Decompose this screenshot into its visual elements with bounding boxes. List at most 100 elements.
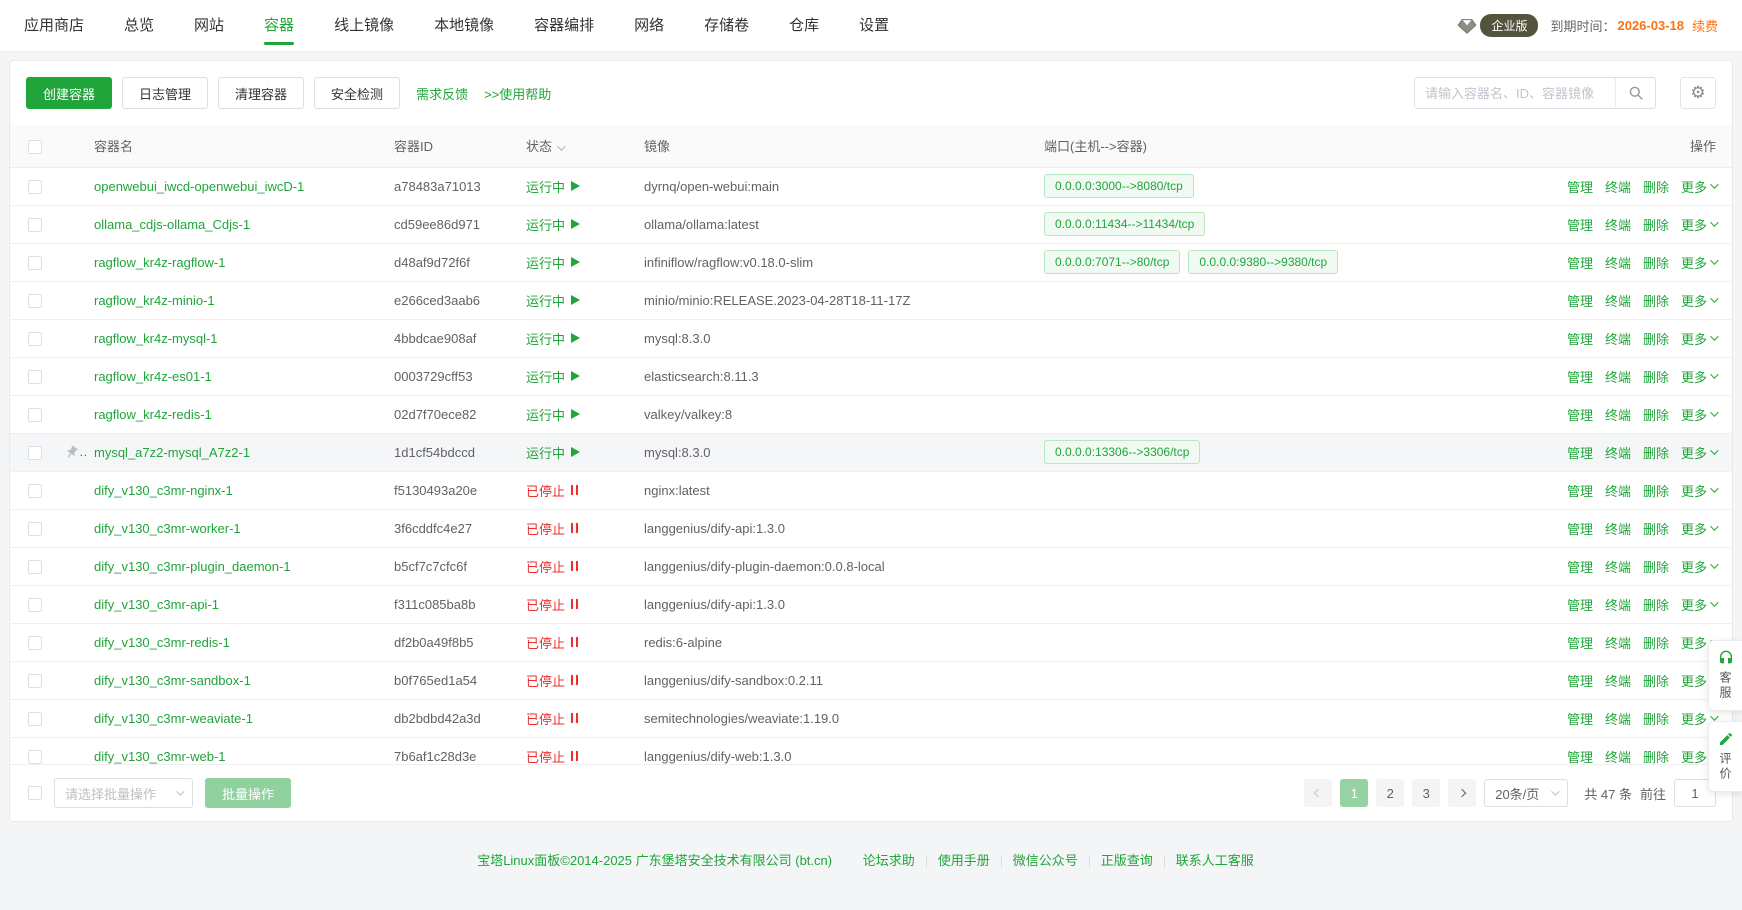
page-button-1[interactable]: 1 bbox=[1340, 779, 1368, 807]
row-action-more[interactable]: 更多 bbox=[1681, 253, 1716, 272]
page-button-2[interactable]: 2 bbox=[1376, 779, 1404, 807]
nav-item-3[interactable]: 网站 bbox=[194, 0, 224, 52]
container-name-link[interactable]: ragflow_kr4z-mysql-1 bbox=[94, 331, 218, 346]
container-name-link[interactable]: mysql_a7z2-mysql_A7z2-1 bbox=[94, 445, 250, 460]
help-link[interactable]: >>使用帮助 bbox=[484, 84, 551, 103]
row-action-manage[interactable]: 管理 bbox=[1567, 709, 1593, 728]
search-button[interactable] bbox=[1615, 78, 1655, 108]
renew-link[interactable]: 续费 bbox=[1692, 16, 1718, 35]
container-name-link[interactable]: dify_v130_c3mr-nginx-1 bbox=[94, 483, 233, 498]
row-action-delete[interactable]: 删除 bbox=[1643, 481, 1669, 500]
row-action-manage[interactable]: 管理 bbox=[1567, 557, 1593, 576]
page-size-select[interactable]: 20条/页 bbox=[1484, 779, 1568, 807]
row-action-manage[interactable]: 管理 bbox=[1567, 405, 1593, 424]
nav-item-4[interactable]: 容器 bbox=[264, 0, 294, 52]
row-action-delete[interactable]: 删除 bbox=[1643, 557, 1669, 576]
row-action-terminal[interactable]: 终端 bbox=[1605, 253, 1631, 272]
search-input[interactable] bbox=[1415, 78, 1615, 108]
nav-item-9[interactable]: 存储卷 bbox=[704, 0, 749, 52]
row-action-delete[interactable]: 删除 bbox=[1643, 519, 1669, 538]
row-action-terminal[interactable]: 终端 bbox=[1605, 291, 1631, 310]
row-action-delete[interactable]: 删除 bbox=[1643, 671, 1669, 690]
row-action-delete[interactable]: 删除 bbox=[1643, 367, 1669, 386]
next-page-button[interactable] bbox=[1448, 779, 1476, 807]
clean-container-button[interactable]: 清理容器 bbox=[218, 77, 304, 109]
row-action-manage[interactable]: 管理 bbox=[1567, 443, 1593, 462]
row-action-manage[interactable]: 管理 bbox=[1567, 177, 1593, 196]
nav-item-1[interactable]: 应用商店 bbox=[24, 0, 84, 52]
container-name-link[interactable]: openwebui_iwcd-openwebui_iwcD-1 bbox=[94, 179, 304, 194]
security-check-button[interactable]: 安全检测 bbox=[314, 77, 400, 109]
row-action-delete[interactable]: 删除 bbox=[1643, 177, 1669, 196]
row-action-terminal[interactable]: 终端 bbox=[1605, 519, 1631, 538]
select-all-checkbox[interactable] bbox=[28, 140, 42, 154]
status-filter-icon[interactable] bbox=[557, 143, 565, 151]
row-action-manage[interactable]: 管理 bbox=[1567, 291, 1593, 310]
footer-link-1[interactable]: 论坛求助 bbox=[863, 853, 915, 868]
row-action-terminal[interactable]: 终端 bbox=[1605, 329, 1631, 348]
row-action-delete[interactable]: 删除 bbox=[1643, 709, 1669, 728]
row-action-more[interactable]: 更多 bbox=[1681, 329, 1716, 348]
row-checkbox[interactable] bbox=[28, 256, 42, 270]
row-action-delete[interactable]: 删除 bbox=[1643, 595, 1669, 614]
row-action-manage[interactable]: 管理 bbox=[1567, 253, 1593, 272]
row-action-manage[interactable]: 管理 bbox=[1567, 329, 1593, 348]
row-checkbox[interactable] bbox=[28, 522, 42, 536]
row-action-delete[interactable]: 删除 bbox=[1643, 291, 1669, 310]
row-action-terminal[interactable]: 终端 bbox=[1605, 177, 1631, 196]
row-action-manage[interactable]: 管理 bbox=[1567, 519, 1593, 538]
prev-page-button[interactable] bbox=[1304, 779, 1332, 807]
row-action-terminal[interactable]: 终端 bbox=[1605, 215, 1631, 234]
container-name-link[interactable]: ragflow_kr4z-minio-1 bbox=[94, 293, 215, 308]
row-action-terminal[interactable]: 终端 bbox=[1605, 481, 1631, 500]
row-action-manage[interactable]: 管理 bbox=[1567, 595, 1593, 614]
row-action-manage[interactable]: 管理 bbox=[1567, 671, 1593, 690]
row-checkbox[interactable] bbox=[28, 750, 42, 764]
container-name-link[interactable]: dify_v130_c3mr-sandbox-1 bbox=[94, 673, 251, 688]
row-action-manage[interactable]: 管理 bbox=[1567, 481, 1593, 500]
batch-action-select[interactable]: 请选择批量操作 bbox=[54, 778, 193, 808]
settings-button[interactable]: ⚙ bbox=[1680, 77, 1716, 109]
row-checkbox[interactable] bbox=[28, 484, 42, 498]
row-action-terminal[interactable]: 终端 bbox=[1605, 443, 1631, 462]
nav-item-10[interactable]: 仓库 bbox=[789, 0, 819, 52]
row-action-terminal[interactable]: 终端 bbox=[1605, 557, 1631, 576]
row-checkbox[interactable] bbox=[28, 674, 42, 688]
row-action-delete[interactable]: 删除 bbox=[1643, 215, 1669, 234]
row-action-delete[interactable]: 删除 bbox=[1643, 747, 1669, 765]
container-name-link[interactable]: ollama_cdjs-ollama_Cdjs-1 bbox=[94, 217, 250, 232]
footer-link-3[interactable]: 微信公众号 bbox=[1013, 853, 1078, 868]
feedback-rate-button[interactable]: 评价 bbox=[1708, 721, 1742, 792]
feedback-link[interactable]: 需求反馈 bbox=[416, 84, 468, 103]
footer-link-4[interactable]: 正版查询 bbox=[1101, 853, 1153, 868]
row-action-more[interactable]: 更多 bbox=[1681, 519, 1716, 538]
row-action-terminal[interactable]: 终端 bbox=[1605, 709, 1631, 728]
row-checkbox[interactable] bbox=[28, 446, 42, 460]
row-action-terminal[interactable]: 终端 bbox=[1605, 747, 1631, 765]
row-action-more[interactable]: 更多 bbox=[1681, 595, 1716, 614]
footer-link-2[interactable]: 使用手册 bbox=[938, 853, 990, 868]
row-action-terminal[interactable]: 终端 bbox=[1605, 671, 1631, 690]
row-action-terminal[interactable]: 终端 bbox=[1605, 367, 1631, 386]
row-action-terminal[interactable]: 终端 bbox=[1605, 405, 1631, 424]
row-checkbox[interactable] bbox=[28, 294, 42, 308]
row-checkbox[interactable] bbox=[28, 370, 42, 384]
row-action-delete[interactable]: 删除 bbox=[1643, 329, 1669, 348]
nav-item-7[interactable]: 容器编排 bbox=[534, 0, 594, 52]
row-action-more[interactable]: 更多 bbox=[1681, 215, 1716, 234]
container-name-link[interactable]: dify_v130_c3mr-weaviate-1 bbox=[94, 711, 253, 726]
row-checkbox[interactable] bbox=[28, 636, 42, 650]
row-checkbox[interactable] bbox=[28, 560, 42, 574]
container-name-link[interactable]: dify_v130_c3mr-worker-1 bbox=[94, 521, 241, 536]
row-action-more[interactable]: 更多 bbox=[1681, 443, 1716, 462]
customer-service-button[interactable]: 客服 bbox=[1708, 640, 1742, 711]
row-checkbox[interactable] bbox=[28, 180, 42, 194]
row-action-more[interactable]: 更多 bbox=[1681, 367, 1716, 386]
container-name-link[interactable]: dify_v130_c3mr-web-1 bbox=[94, 749, 226, 764]
log-manage-button[interactable]: 日志管理 bbox=[122, 77, 208, 109]
row-action-more[interactable]: 更多 bbox=[1681, 177, 1716, 196]
row-action-delete[interactable]: 删除 bbox=[1643, 443, 1669, 462]
create-container-button[interactable]: 创建容器 bbox=[26, 77, 112, 109]
nav-item-5[interactable]: 线上镜像 bbox=[334, 0, 394, 52]
page-button-3[interactable]: 3 bbox=[1412, 779, 1440, 807]
